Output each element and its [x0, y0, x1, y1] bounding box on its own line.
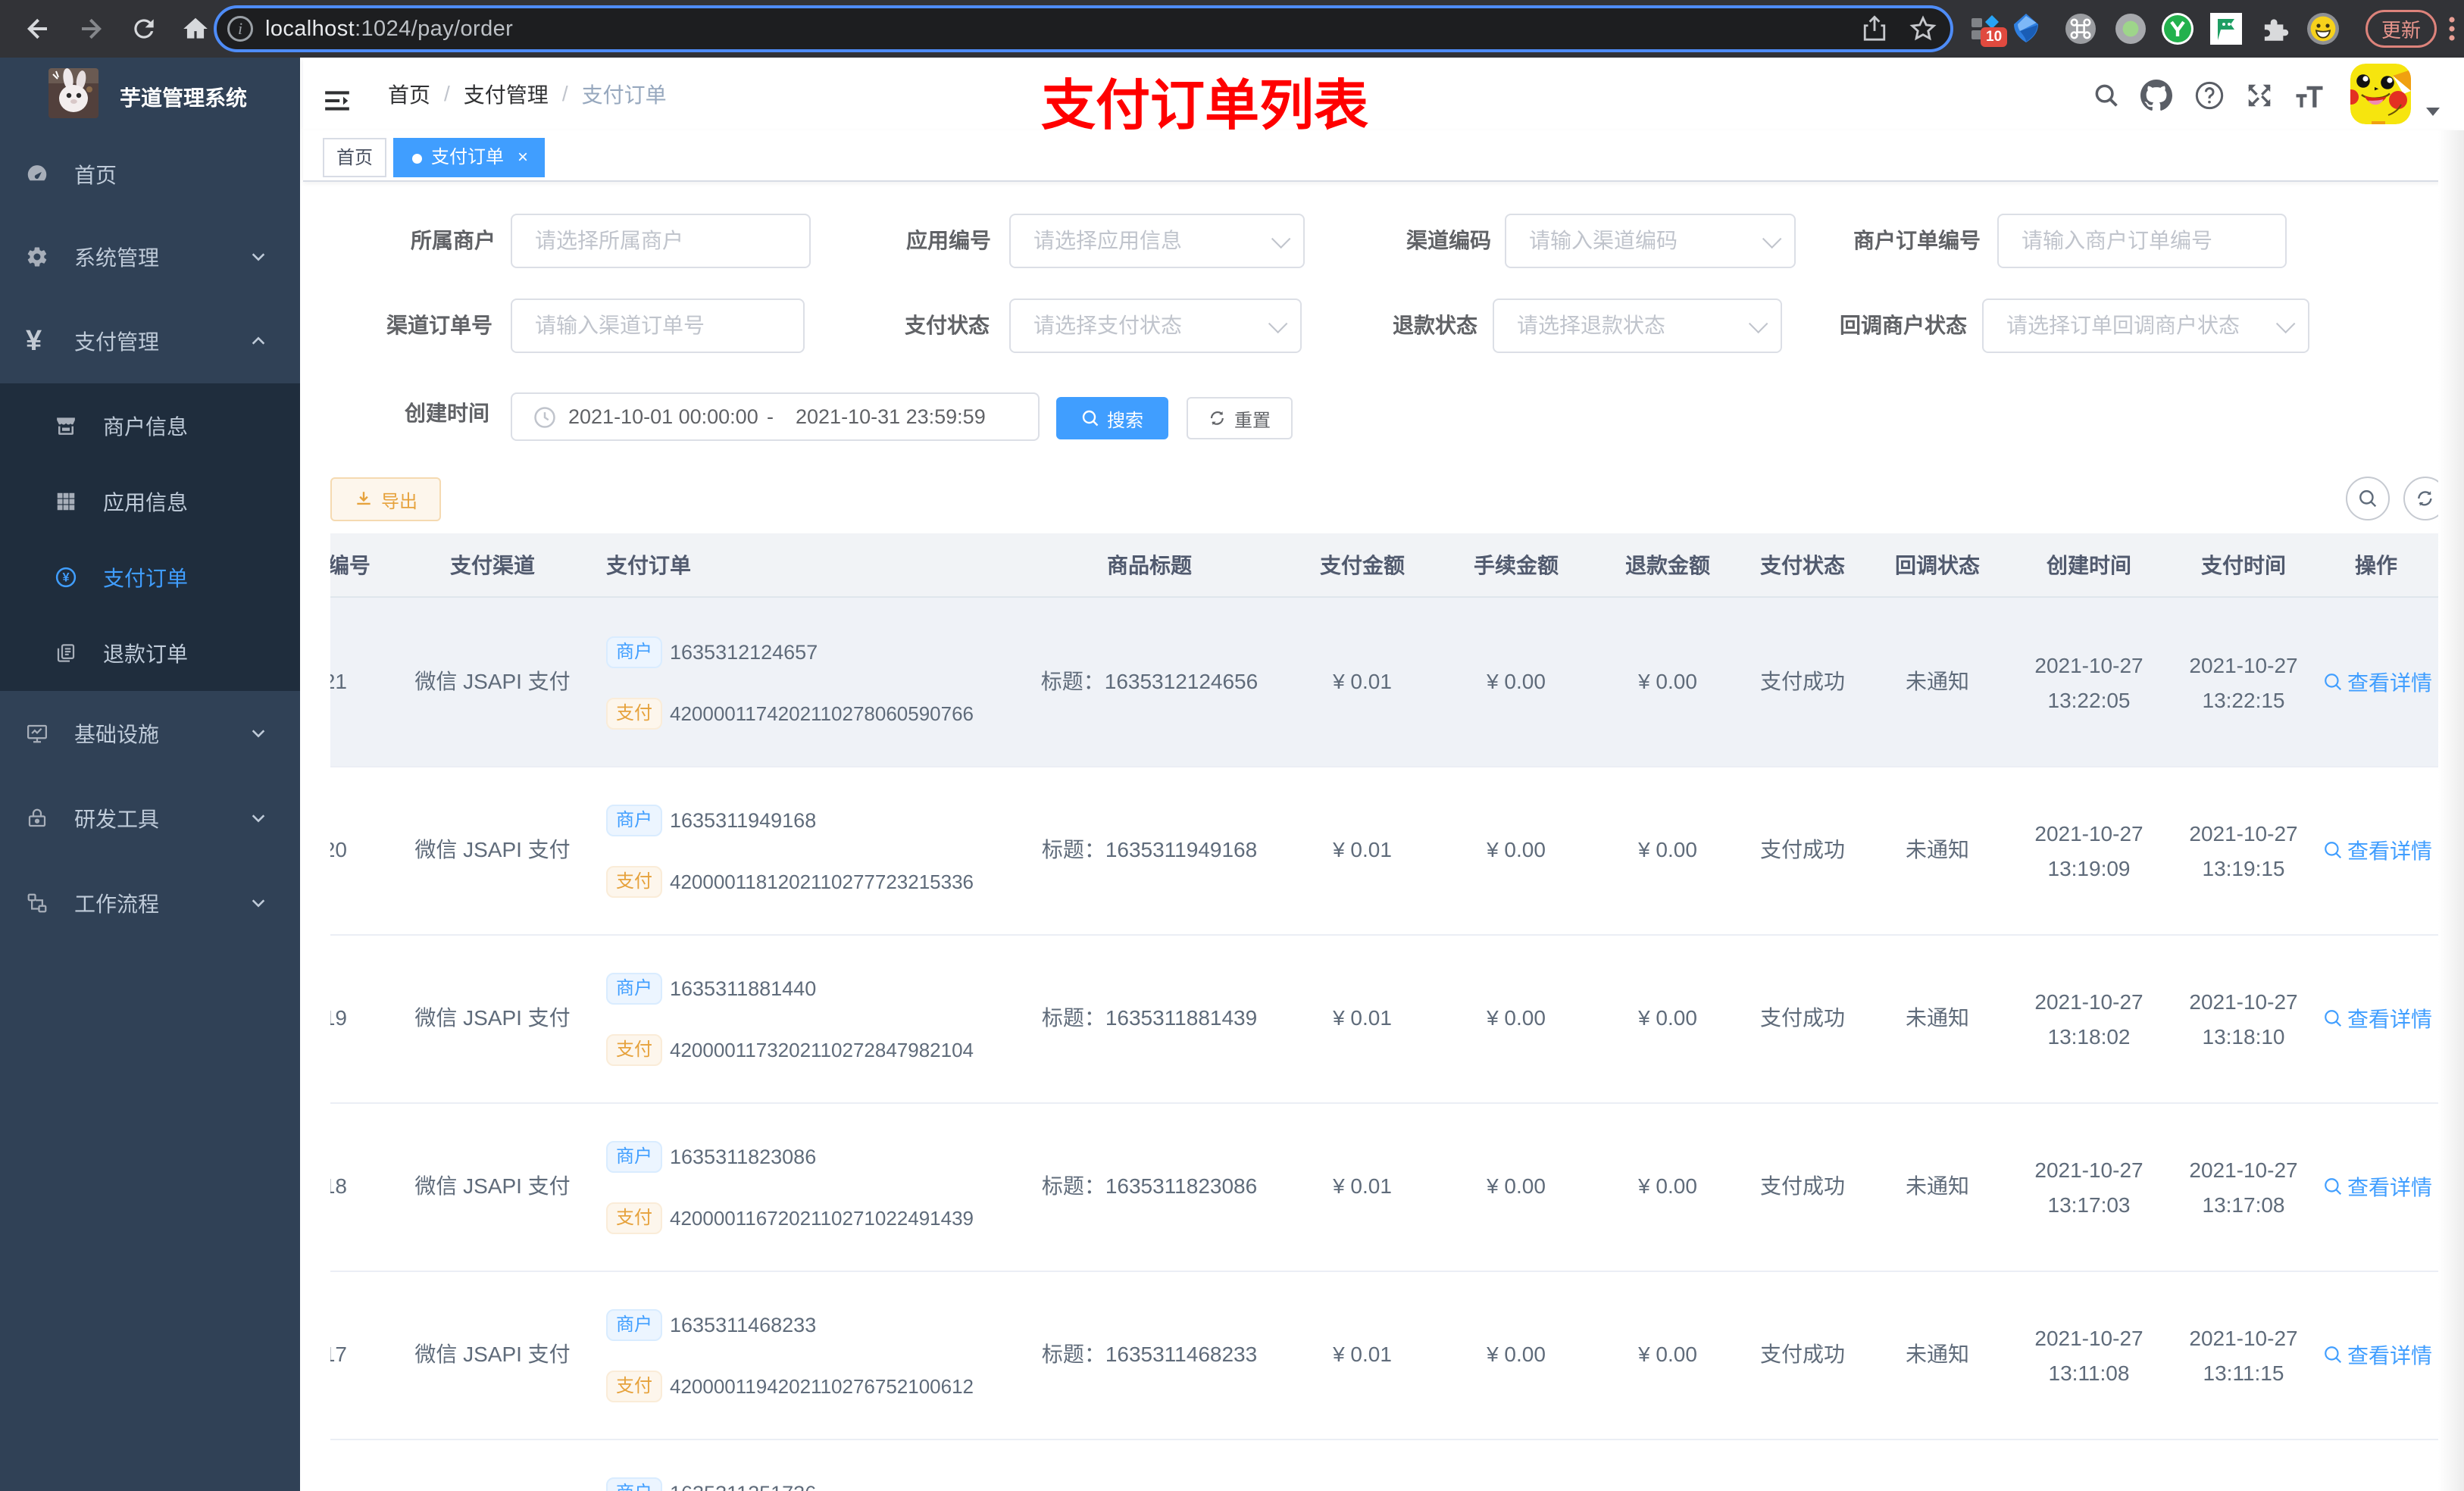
svg-text:¥: ¥ [62, 571, 69, 585]
